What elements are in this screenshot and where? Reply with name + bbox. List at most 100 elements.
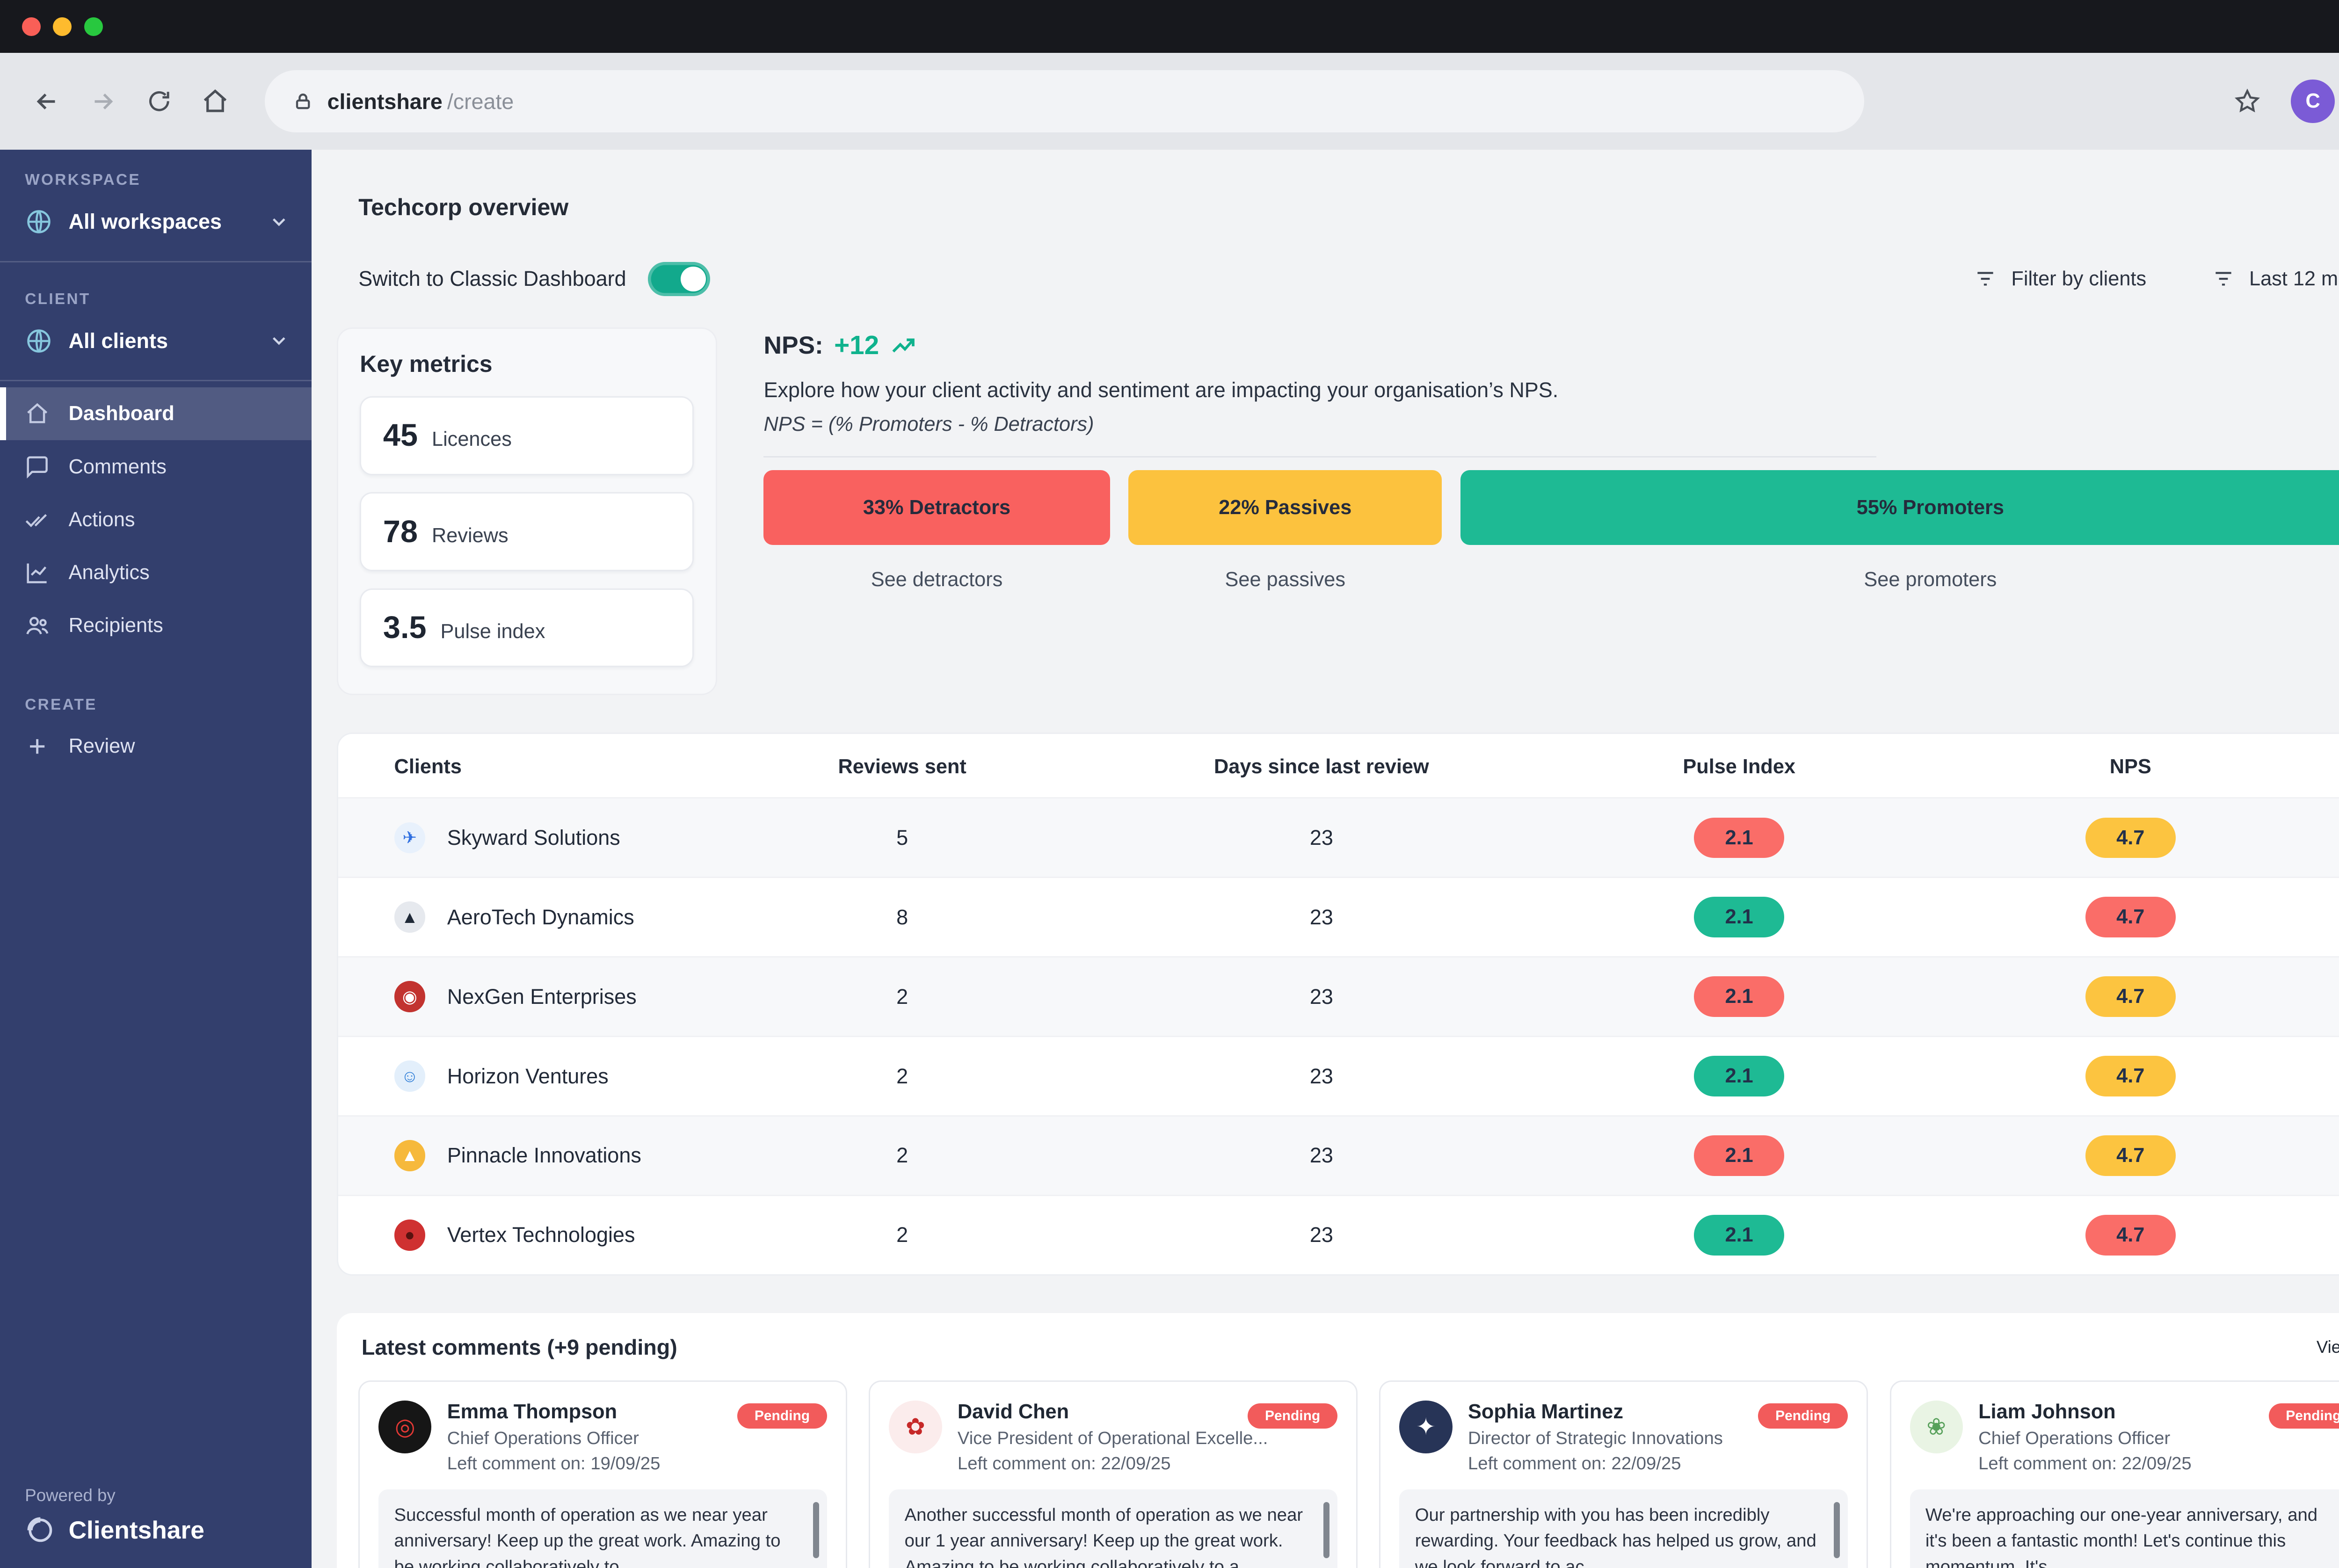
table-row[interactable]: ☺ Horizon Ventures 2 23 2.1 4.7 xyxy=(338,1036,2339,1115)
commenter-name: Emma Thompson xyxy=(447,1401,661,1423)
client-logo: ◉ xyxy=(394,981,426,1012)
client-logo: ☺ xyxy=(394,1060,426,1092)
metric-value: 78 xyxy=(383,514,418,550)
table-row[interactable]: ◉ NexGen Enterprises 2 23 2.1 4.7 xyxy=(338,956,2339,1036)
sidebar-item-review[interactable]: Review xyxy=(0,720,312,773)
main-content: Techcorp overview DG Switch to Classic D… xyxy=(312,150,2339,1568)
globe-icon xyxy=(25,208,53,236)
sidebar-item-recipients[interactable]: Recipients xyxy=(0,599,312,652)
comment-date: Left comment on: 19/09/25 xyxy=(447,1453,661,1474)
column-header-days-since: Days since last review xyxy=(1027,755,1616,778)
bookmark-star-button[interactable] xyxy=(2219,73,2275,130)
chevron-down-icon xyxy=(268,211,290,233)
detractors-bar: 33% Detractors xyxy=(763,470,1110,545)
browser-toolbar: clientshare/create C ⋮ xyxy=(0,53,2339,150)
table-row[interactable]: ● Vertex Technologies 2 23 2.1 4.7 xyxy=(338,1195,2339,1274)
passives-bar: 22% Passives xyxy=(1128,470,1442,545)
reviews-sent-cell: 2 xyxy=(777,1223,1027,1247)
metric-label: Pulse index xyxy=(441,620,545,643)
nps-formula: NPS = (% Promoters - % Detractors) xyxy=(763,413,2339,436)
metric-label: Reviews xyxy=(432,524,508,547)
nps-badge: 4.7 xyxy=(2085,1135,2176,1176)
client-logo: ▲ xyxy=(394,1140,426,1171)
table-header-row: Clients Reviews sent Days since last rev… xyxy=(338,734,2339,798)
comment-scrollbar[interactable] xyxy=(813,1502,819,1558)
client-name: Pinnacle Innovations xyxy=(447,1143,641,1168)
home-icon xyxy=(201,87,229,116)
see-passives-link[interactable]: See passives xyxy=(1128,568,1442,591)
sidebar-item-actions[interactable]: Actions xyxy=(0,494,312,546)
client-selector[interactable]: All clients xyxy=(0,314,312,367)
latest-comments-panel: Latest comments (+9 pending) View all ◎ … xyxy=(337,1313,2339,1568)
days-since-cell: 23 xyxy=(1027,1143,1616,1168)
see-detractors-link[interactable]: See detractors xyxy=(763,568,1110,591)
toggle-knob xyxy=(681,267,705,291)
sidebar-item-dashboard[interactable]: Dashboard xyxy=(0,387,312,440)
metric-card-reviews: 78 Reviews xyxy=(360,492,694,571)
client-selector-label: All clients xyxy=(69,329,168,353)
pulse-index-badge: 2.1 xyxy=(1694,1215,1784,1256)
close-button[interactable] xyxy=(22,17,41,36)
home-icon xyxy=(25,401,50,426)
sidebar-item-label: Analytics xyxy=(69,561,150,584)
back-button[interactable] xyxy=(19,73,75,130)
date-range-filter-button[interactable]: Last 12 months xyxy=(2212,267,2339,290)
view-all-link[interactable]: View all xyxy=(2317,1337,2339,1357)
users-icon xyxy=(25,613,50,638)
reviews-sent-cell: 5 xyxy=(777,826,1027,850)
reviews-sent-cell: 8 xyxy=(777,905,1027,929)
promoters-bar: 55% Promoters xyxy=(1460,470,2339,545)
key-metrics-panel: Key metrics 45 Licences 78 Reviews 3.5 P… xyxy=(337,327,717,695)
pulse-index-badge: 2.1 xyxy=(1694,1135,1784,1176)
divider xyxy=(0,380,312,381)
browser-profile-avatar[interactable]: C xyxy=(2291,80,2334,123)
table-row[interactable]: ▲ AeroTech Dynamics 8 23 2.1 4.7 xyxy=(338,877,2339,956)
minimize-button[interactable] xyxy=(53,17,72,36)
address-bar[interactable]: clientshare/create xyxy=(265,70,1864,132)
reviews-sent-cell: 2 xyxy=(777,985,1027,1009)
comment-scrollbar[interactable] xyxy=(1834,1502,1840,1558)
clients-table: Clients Reviews sent Days since last rev… xyxy=(337,733,2339,1276)
see-promoters-link[interactable]: See promoters xyxy=(1460,568,2339,591)
comment-scrollbar[interactable] xyxy=(1323,1502,1329,1558)
reviews-sent-cell: 2 xyxy=(777,1064,1027,1089)
url-path: /create xyxy=(447,89,514,114)
nps-badge: 4.7 xyxy=(2085,1215,2176,1256)
sidebar-item-label: Review xyxy=(69,735,135,758)
comment-card: ✦ Sophia Martinez Director of Strategic … xyxy=(1379,1380,1867,1568)
metric-label: Licences xyxy=(432,428,512,451)
globe-icon xyxy=(25,327,53,355)
commenter-name: David Chen xyxy=(958,1401,1268,1423)
client-name: Horizon Ventures xyxy=(447,1064,609,1089)
comment-text-box: Another successful month of operation as… xyxy=(889,1489,1337,1568)
comment-card: ❀ Liam Johnson Chief Operations Officer … xyxy=(1890,1380,2339,1568)
divider xyxy=(0,261,312,262)
comment-date: Left comment on: 22/09/25 xyxy=(958,1453,1268,1474)
create-section-label: CREATE xyxy=(25,696,287,714)
table-row[interactable]: ✈ Skyward Solutions 5 23 2.1 4.7 xyxy=(338,797,2339,877)
pulse-index-badge: 2.1 xyxy=(1694,897,1784,937)
comment-text: We're approaching our one-year anniversa… xyxy=(1925,1505,2317,1568)
sidebar-item-comments[interactable]: Comments xyxy=(0,440,312,493)
divider xyxy=(763,456,1876,457)
comment-card: ◎ Emma Thompson Chief Operations Officer… xyxy=(358,1380,847,1568)
refresh-button[interactable] xyxy=(131,73,187,130)
zoom-button[interactable] xyxy=(84,17,103,36)
filter-by-clients-button[interactable]: Filter by clients xyxy=(1974,267,2146,290)
classic-dashboard-toggle[interactable] xyxy=(648,262,710,296)
nps-value: +12 xyxy=(834,330,879,361)
forward-button[interactable] xyxy=(75,73,131,130)
comment-text: Successful month of operation as we near… xyxy=(394,1505,781,1568)
nps-distribution-bar: 33% Detractors See detractors 22% Passiv… xyxy=(763,470,2339,591)
client-logo: ● xyxy=(394,1220,426,1251)
sidebar-item-analytics[interactable]: Analytics xyxy=(0,546,312,599)
sidebar: WORKSPACE All workspaces CLIENT All clie… xyxy=(0,150,312,1568)
key-metrics-title: Key metrics xyxy=(360,350,694,377)
home-button[interactable] xyxy=(187,73,243,130)
pending-badge: Pending xyxy=(1758,1403,1848,1429)
workspace-selector[interactable]: All workspaces xyxy=(0,196,312,248)
table-row[interactable]: ▲ Pinnacle Innovations 2 23 2.1 4.7 xyxy=(338,1115,2339,1195)
powered-by-label: Powered by xyxy=(25,1486,204,1505)
column-header-reviews-sent: Reviews sent xyxy=(777,755,1027,778)
refresh-icon xyxy=(146,88,173,115)
